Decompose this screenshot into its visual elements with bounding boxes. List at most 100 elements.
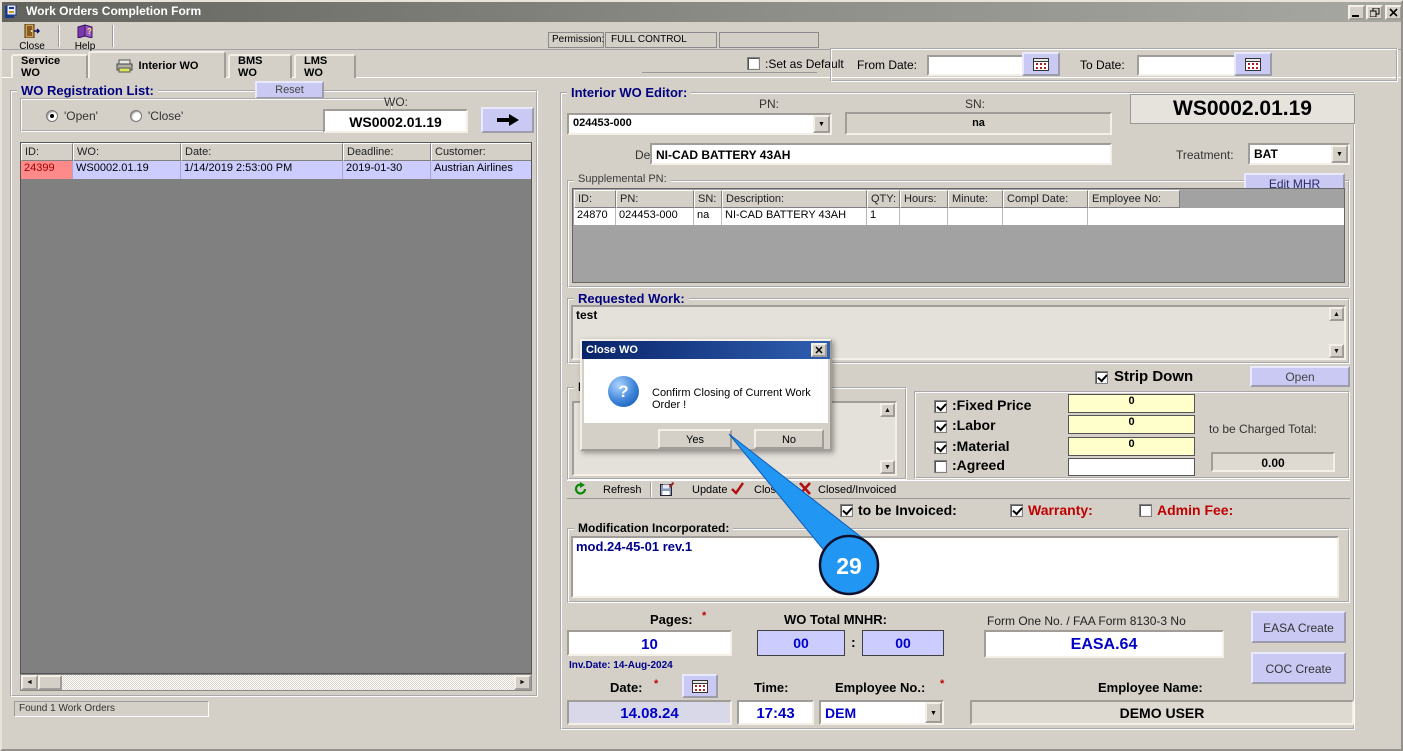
dialog-title-bar[interactable]: Close WO: [582, 341, 830, 359]
wo-field[interactable]: WS0002.01.19: [323, 109, 468, 133]
supp-col-pn[interactable]: PN:: [616, 190, 694, 208]
employee-no-label: Employee No.:: [835, 680, 926, 695]
form-one-value: EASA.64: [1070, 636, 1138, 653]
fixed-price-checkbox[interactable]: [934, 400, 947, 413]
scroll-thumb[interactable]: [38, 675, 62, 690]
pages-field[interactable]: 10: [567, 630, 732, 656]
scroll-right-button[interactable]: ►: [514, 675, 531, 690]
app-icon: [5, 5, 17, 18]
scroll-left-button[interactable]: ◄: [21, 675, 38, 690]
sn-field[interactable]: na: [845, 112, 1112, 135]
to-date-label: To Date:: [1080, 58, 1125, 72]
dialog-close-button[interactable]: [811, 343, 827, 357]
pn-label: PN:: [759, 97, 780, 111]
supp-col-id[interactable]: ID:: [574, 190, 616, 208]
close-window-button[interactable]: [1385, 5, 1401, 20]
supp-row[interactable]: 24870 024453-000 na NI-CAD BATTERY 43AH …: [574, 208, 1344, 225]
date-field[interactable]: 14.08.24: [567, 700, 732, 725]
close-form-button[interactable]: Close: [8, 23, 56, 52]
dropdown-icon: ▼: [930, 710, 937, 717]
coc-create-button[interactable]: COC Create: [1251, 652, 1346, 684]
to-be-invoiced-checkbox[interactable]: [840, 504, 853, 517]
pn-dropdown-button[interactable]: ▼: [813, 115, 830, 133]
calendar-icon: [692, 680, 708, 693]
description-field[interactable]: NI-CAD BATTERY 43AH: [650, 143, 1112, 165]
pages-label: Pages:: [650, 612, 693, 627]
tab-interior-wo[interactable]: Interior WO: [88, 51, 226, 78]
admin-fee-checkbox[interactable]: [1139, 504, 1152, 517]
from-date-calendar-button[interactable]: [1022, 52, 1060, 76]
close-wo-button[interactable]: Close: [754, 484, 782, 496]
supp-col-desc[interactable]: Description:: [722, 190, 867, 208]
wo-table-row[interactable]: 24399 WS0002.01.19 1/14/2019 2:53:00 PM …: [21, 161, 531, 179]
tab-service-wo[interactable]: Service WO: [11, 54, 88, 79]
wo-registration-title: WO Registration List:: [17, 83, 158, 98]
supp-col-compl[interactable]: Compl Date:: [1003, 190, 1088, 208]
refresh-button[interactable]: Refresh: [603, 484, 642, 496]
update-button[interactable]: Update: [692, 484, 727, 496]
supp-col-minute[interactable]: Minute:: [948, 190, 1003, 208]
easa-create-button[interactable]: EASA Create: [1251, 611, 1346, 643]
form-one-field[interactable]: EASA.64: [984, 630, 1224, 658]
pages-required-marker: *: [702, 610, 707, 622]
strip-down-checkbox[interactable]: [1095, 371, 1108, 384]
findings-scroll-up[interactable]: ▲: [880, 403, 895, 417]
charged-total-field: 0.00: [1211, 452, 1335, 472]
fixed-price-field[interactable]: 0: [1068, 394, 1195, 413]
cell-id: 24399: [21, 161, 73, 179]
col-header-customer[interactable]: Customer:: [431, 143, 531, 161]
requested-scroll-down[interactable]: ▼: [1329, 344, 1344, 358]
treatment-combobox[interactable]: BAT ▼: [1248, 143, 1350, 165]
tab-lms-wo[interactable]: LMS WO: [294, 54, 356, 79]
radio-close[interactable]: [130, 110, 142, 122]
wo-list-hscrollbar[interactable]: ◄ ►: [20, 674, 532, 691]
employee-no-combobox[interactable]: DEM ▼: [819, 700, 944, 725]
dialog-message: Confirm Closing of Current Work Order !: [652, 387, 811, 411]
fixed-price-label: :Fixed Price: [952, 397, 1032, 413]
mnhr-minutes-field[interactable]: 00: [862, 630, 944, 656]
agreed-field[interactable]: [1068, 458, 1195, 476]
supp-cell-desc: NI-CAD BATTERY 43AH: [722, 208, 867, 225]
findings-scroll-down[interactable]: ▼: [880, 460, 895, 474]
dialog-no-button[interactable]: No: [754, 429, 824, 449]
requested-scroll-up[interactable]: ▲: [1329, 307, 1344, 321]
reset-button[interactable]: Reset: [255, 81, 324, 99]
scroll-left-icon: ◄: [26, 679, 33, 686]
supp-col-empno[interactable]: Employee No:: [1088, 190, 1180, 208]
col-header-wo[interactable]: WO:: [73, 143, 181, 161]
go-arrow-button[interactable]: [481, 107, 534, 133]
radio-open-label: 'Open': [64, 109, 98, 123]
to-date-calendar-button[interactable]: [1234, 52, 1272, 76]
col-header-date[interactable]: Date:: [181, 143, 343, 161]
mnhr-hours-field[interactable]: 00: [757, 630, 845, 656]
supp-col-qty[interactable]: QTY:: [867, 190, 900, 208]
employee-no-dropdown-button[interactable]: ▼: [925, 702, 942, 723]
set-as-default-checkbox[interactable]: [747, 57, 760, 70]
closed-invoiced-button[interactable]: Closed/Invoiced: [818, 484, 896, 496]
material-checkbox[interactable]: [934, 441, 947, 454]
treatment-dropdown-button[interactable]: ▼: [1331, 145, 1348, 163]
date-calendar-button[interactable]: [682, 674, 718, 698]
supp-col-sn[interactable]: SN:: [694, 190, 722, 208]
agreed-checkbox[interactable]: [934, 460, 947, 473]
labor-checkbox[interactable]: [934, 420, 947, 433]
labor-field[interactable]: 0: [1068, 415, 1195, 434]
restore-button[interactable]: [1366, 5, 1383, 20]
col-header-id[interactable]: ID:: [21, 143, 73, 161]
radio-open[interactable]: [46, 110, 58, 122]
strip-down-label: Strip Down: [1114, 368, 1194, 385]
modification-textarea[interactable]: mod.24-45-01 rev.1: [571, 536, 1339, 598]
minimize-button[interactable]: [1348, 5, 1365, 20]
pn-combobox[interactable]: 024453-000 ▼: [567, 113, 832, 135]
open-button[interactable]: Open: [1250, 366, 1350, 387]
mnhr-label: WO Total MNHR:: [784, 612, 888, 627]
help-button[interactable]: ? Help: [62, 23, 108, 52]
supp-col-hours[interactable]: Hours:: [900, 190, 948, 208]
material-field[interactable]: 0: [1068, 437, 1195, 456]
col-header-deadline[interactable]: Deadline:: [343, 143, 431, 161]
time-field[interactable]: 17:43: [737, 700, 814, 725]
tab-bms-wo[interactable]: BMS WO: [228, 54, 292, 79]
dialog-yes-button[interactable]: Yes: [658, 429, 732, 449]
warranty-checkbox[interactable]: [1010, 504, 1023, 517]
form-one-label: Form One No. / FAA Form 8130-3 No: [987, 614, 1186, 628]
